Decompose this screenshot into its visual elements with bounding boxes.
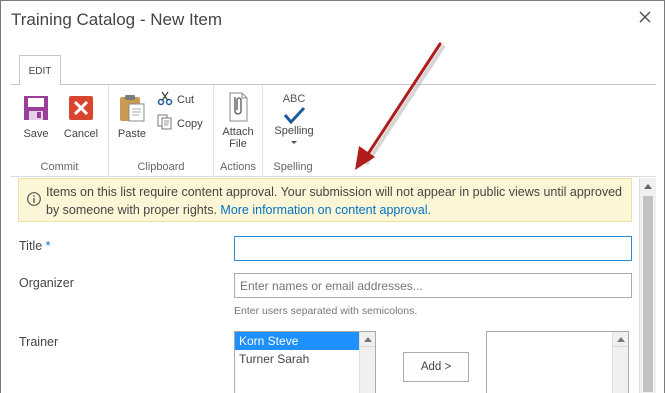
title-input[interactable]: [234, 236, 632, 261]
scroll-up-icon[interactable]: [360, 332, 375, 347]
save-icon: [23, 96, 49, 124]
spelling-label: Spelling: [274, 125, 314, 137]
cut-button[interactable]: Cut: [157, 90, 194, 109]
content-approval-link[interactable]: More information on content approval.: [220, 203, 431, 217]
content-approval-notice: Items on this list require content appro…: [18, 178, 632, 222]
organizer-field-label: Organizer: [19, 276, 74, 290]
trainer-available-list[interactable]: Korn Steve Turner Sarah: [234, 331, 376, 393]
list-scrollbar[interactable]: [359, 332, 375, 393]
attach-file-icon: [225, 92, 251, 126]
paste-button[interactable]: Paste: [113, 93, 151, 140]
clipboard-group-label: Clipboard: [137, 161, 185, 173]
title-field-label: Title *: [19, 239, 51, 253]
commit-group-label: Commit: [40, 161, 79, 173]
copy-icon: [157, 114, 173, 133]
attach-file-button[interactable]: Attach File: [217, 91, 259, 150]
actions-group: Attach File Actions: [214, 85, 263, 177]
dialog-title: Training Catalog - New Item: [11, 10, 223, 29]
info-icon: [27, 192, 41, 211]
spelling-button[interactable]: ABC Spelling: [269, 93, 319, 145]
save-button[interactable]: Save: [17, 95, 55, 140]
page-scrollbar[interactable]: [639, 178, 656, 393]
trainer-selected-list[interactable]: [486, 331, 629, 393]
spelling-group: ABC Spelling Spelling: [263, 85, 323, 177]
required-mark: *: [45, 239, 51, 253]
scroll-up-icon[interactable]: [640, 178, 656, 194]
organizer-hint: Enter users separated with semicolons.: [234, 305, 418, 317]
spelling-group-label: Spelling: [273, 161, 313, 173]
cancel-button[interactable]: Cancel: [59, 95, 103, 140]
trainer-field-label: Trainer: [19, 335, 59, 349]
scroll-up-icon[interactable]: [613, 332, 628, 347]
cut-icon: [157, 90, 173, 109]
ribbon: Save Cancel Commit Paste Cut Copy Clipbo…: [11, 84, 656, 177]
attach-label-line2: File: [229, 138, 247, 150]
cancel-icon: [68, 96, 94, 124]
add-button[interactable]: Add >: [403, 352, 469, 382]
close-icon[interactable]: [634, 6, 656, 28]
copy-label: Copy: [177, 117, 203, 130]
list-item[interactable]: Turner Sarah: [235, 350, 359, 368]
chevron-down-icon: [269, 137, 319, 145]
list-scrollbar[interactable]: [612, 332, 628, 393]
paste-icon: [117, 95, 147, 126]
cancel-label: Cancel: [63, 128, 99, 140]
commit-group: Save Cancel Commit: [11, 85, 109, 177]
organizer-input[interactable]: [234, 273, 632, 298]
actions-group-label: Actions: [219, 161, 257, 173]
cut-label: Cut: [177, 93, 195, 106]
paste-label: Paste: [117, 128, 147, 140]
save-label: Save: [23, 128, 49, 140]
title-label-text: Title: [19, 239, 43, 253]
scroll-thumb[interactable]: [643, 196, 653, 392]
clipboard-group: Paste Cut Copy Clipboard: [109, 85, 214, 177]
list-item[interactable]: Korn Steve: [235, 332, 359, 350]
spelling-abc-text: ABC: [282, 93, 306, 105]
tab-edit[interactable]: EDIT: [19, 55, 61, 85]
copy-button[interactable]: Copy: [157, 114, 203, 133]
spelling-icon: ABC: [269, 93, 319, 125]
attach-label-line1: Attach: [222, 126, 254, 138]
notice-text-block: Items on this list require content appro…: [46, 183, 631, 219]
